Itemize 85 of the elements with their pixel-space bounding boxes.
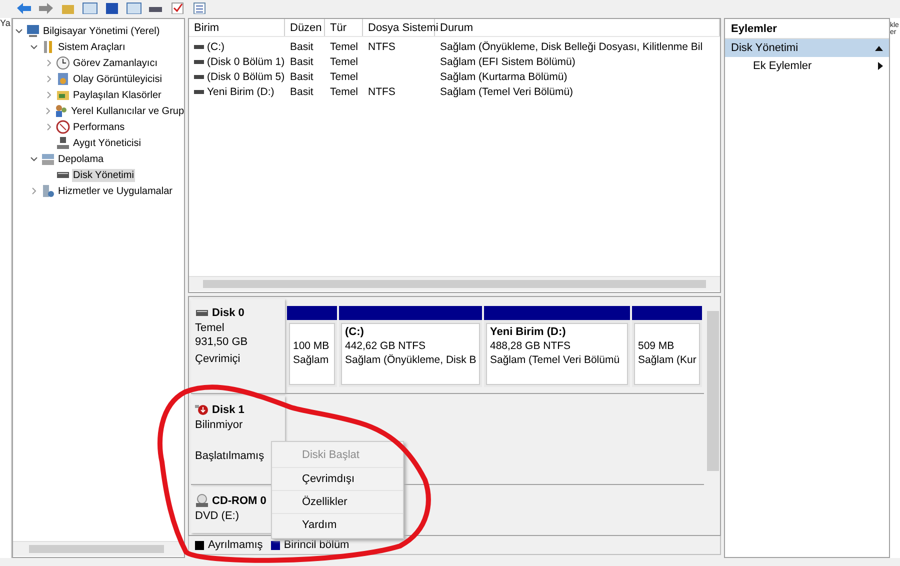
table-cell: Sağlam (Önyükleme, Disk Belleği Dosyası, Kilitlenme Bil <box>440 40 703 52</box>
disk-type: Bilinmiyor <box>195 419 244 434</box>
shared-folder-icon <box>56 88 70 102</box>
tree-item[interactable]: Disk Yönetimi <box>72 168 135 182</box>
tree-item[interactable]: Bilgisayar Yönetimi (Yerel) <box>42 24 161 38</box>
table-cell: Basit <box>290 40 314 52</box>
disk-name: Disk 1 <box>212 404 244 416</box>
table-cell: Sağlam (Temel Veri Bölümü) <box>440 86 574 98</box>
tree-item[interactable]: Olay Görüntüleyicisi <box>72 72 163 86</box>
partition-info: Sağlam (Önyükleme, Disk B <box>345 354 476 368</box>
table-cell: (C:) <box>207 40 224 52</box>
table-cell: (Disk 0 Bölüm 1) <box>207 56 285 68</box>
performance-icon <box>56 120 70 134</box>
partition-title: Yeni Birim (D:) <box>490 326 567 340</box>
table-cell: Sağlam (EFI Sistem Bölümü) <box>440 56 576 68</box>
disk-type: DVD (E:) <box>195 510 240 524</box>
table-cell: Temel <box>330 86 358 98</box>
partition-block[interactable]: (C:) 442,62 GB NTFS Sağlam (Önyükleme, Disk B <box>339 306 482 388</box>
table-cell: Temel <box>330 40 358 52</box>
event-log-icon <box>56 72 70 86</box>
background-text: Ya <box>0 18 11 28</box>
tree-item[interactable]: Yerel Kullanıcılar ve Grup <box>70 104 186 118</box>
tree-item[interactable]: Sistem Araçları <box>57 40 126 54</box>
partition-title: (C:) <box>345 326 365 340</box>
table-cell: Temel <box>330 70 358 82</box>
submenu-arrow-icon <box>878 62 883 70</box>
action-item[interactable]: Ek Eylemler <box>725 57 889 75</box>
back-icon[interactable] <box>16 2 32 14</box>
menu-item[interactable]: Özellikler <box>272 490 403 513</box>
partition-block[interactable]: Yeni Birim (D:) 488,28 GB NTFS Sağlam (Temel Veri Bölümü <box>484 306 630 388</box>
partition-info: Sağlam (Temel Veri Bölümü <box>490 354 621 368</box>
disk-status: Başlatılmamış <box>195 450 266 464</box>
clock-icon <box>56 56 70 70</box>
disk-name: CD-ROM 0 <box>212 495 266 508</box>
scrollbar[interactable] <box>13 541 184 556</box>
partition-info: 509 MB <box>638 340 676 354</box>
tree-item[interactable]: Depolama <box>57 152 105 166</box>
disk-error-icon <box>195 403 209 418</box>
menu-item[interactable]: Yardım <box>272 513 403 536</box>
tree-item[interactable]: Görev Zamanlayıcı <box>72 56 158 70</box>
optical-drive-icon <box>195 494 209 508</box>
table-cell: NTFS <box>368 40 396 52</box>
column-header[interactable]: Düzen <box>285 19 325 36</box>
folder-icon[interactable] <box>60 2 76 14</box>
table-cell: Basit <box>290 56 314 68</box>
partition-block[interactable]: 509 MB Sağlam (Kur <box>632 306 702 388</box>
table-cell: Yeni Birim (D:) <box>207 86 274 98</box>
partition-info: 442,62 GB NTFS <box>345 340 427 354</box>
legend-label: Birincil bölüm <box>284 539 350 551</box>
computer-icon <box>26 24 40 38</box>
tree-item[interactable]: Hizmetler ve Uygulamalar <box>57 184 174 198</box>
table-cell: Basit <box>290 70 314 82</box>
check-icon[interactable] <box>170 2 186 14</box>
device-icon <box>56 136 70 150</box>
tools-icon <box>41 40 55 54</box>
table-cell: Sağlam (Kurtarma Bölümü) <box>440 70 568 82</box>
column-header[interactable]: Tür <box>325 19 363 36</box>
scrollbar[interactable] <box>189 276 720 291</box>
table-cell: NTFS <box>368 86 396 98</box>
partition-block[interactable]: 100 MB Sağlam <box>287 306 337 388</box>
pane-icon[interactable] <box>82 2 98 14</box>
table-cell: Temel <box>330 56 358 68</box>
partition-info: 488,28 GB NTFS <box>490 340 572 354</box>
disk-type: Temel <box>195 322 226 336</box>
table-cell: Basit <box>290 86 314 98</box>
menu-item[interactable]: Çevrimdışı <box>272 467 403 490</box>
legend-label: Ayrılmamış <box>208 539 263 551</box>
storage-icon <box>41 152 55 166</box>
pane-icon[interactable] <box>126 2 142 14</box>
disk-status: Çevrimiçi <box>195 353 242 367</box>
disk-size: 931,50 GB <box>195 336 249 350</box>
disk-name: Disk 0 <box>212 307 244 319</box>
partition-info: Sağlam (Kur <box>638 354 696 368</box>
column-header[interactable]: Birim <box>189 19 285 36</box>
services-icon <box>41 184 55 198</box>
tree-item[interactable]: Aygıt Yöneticisi <box>72 136 142 150</box>
tree-item[interactable]: Performans <box>72 120 126 134</box>
table-cell: (Disk 0 Bölüm 5) <box>207 70 285 82</box>
tree-item[interactable]: Paylaşılan Klasörler <box>72 88 162 102</box>
partition-info: 100 MB <box>293 340 330 354</box>
list-icon[interactable] <box>192 2 208 14</box>
partition-info: Sağlam <box>293 354 330 368</box>
users-icon <box>54 104 68 118</box>
actions-group-header[interactable]: Disk Yönetimi <box>725 39 889 57</box>
forward-icon[interactable] <box>38 2 54 14</box>
